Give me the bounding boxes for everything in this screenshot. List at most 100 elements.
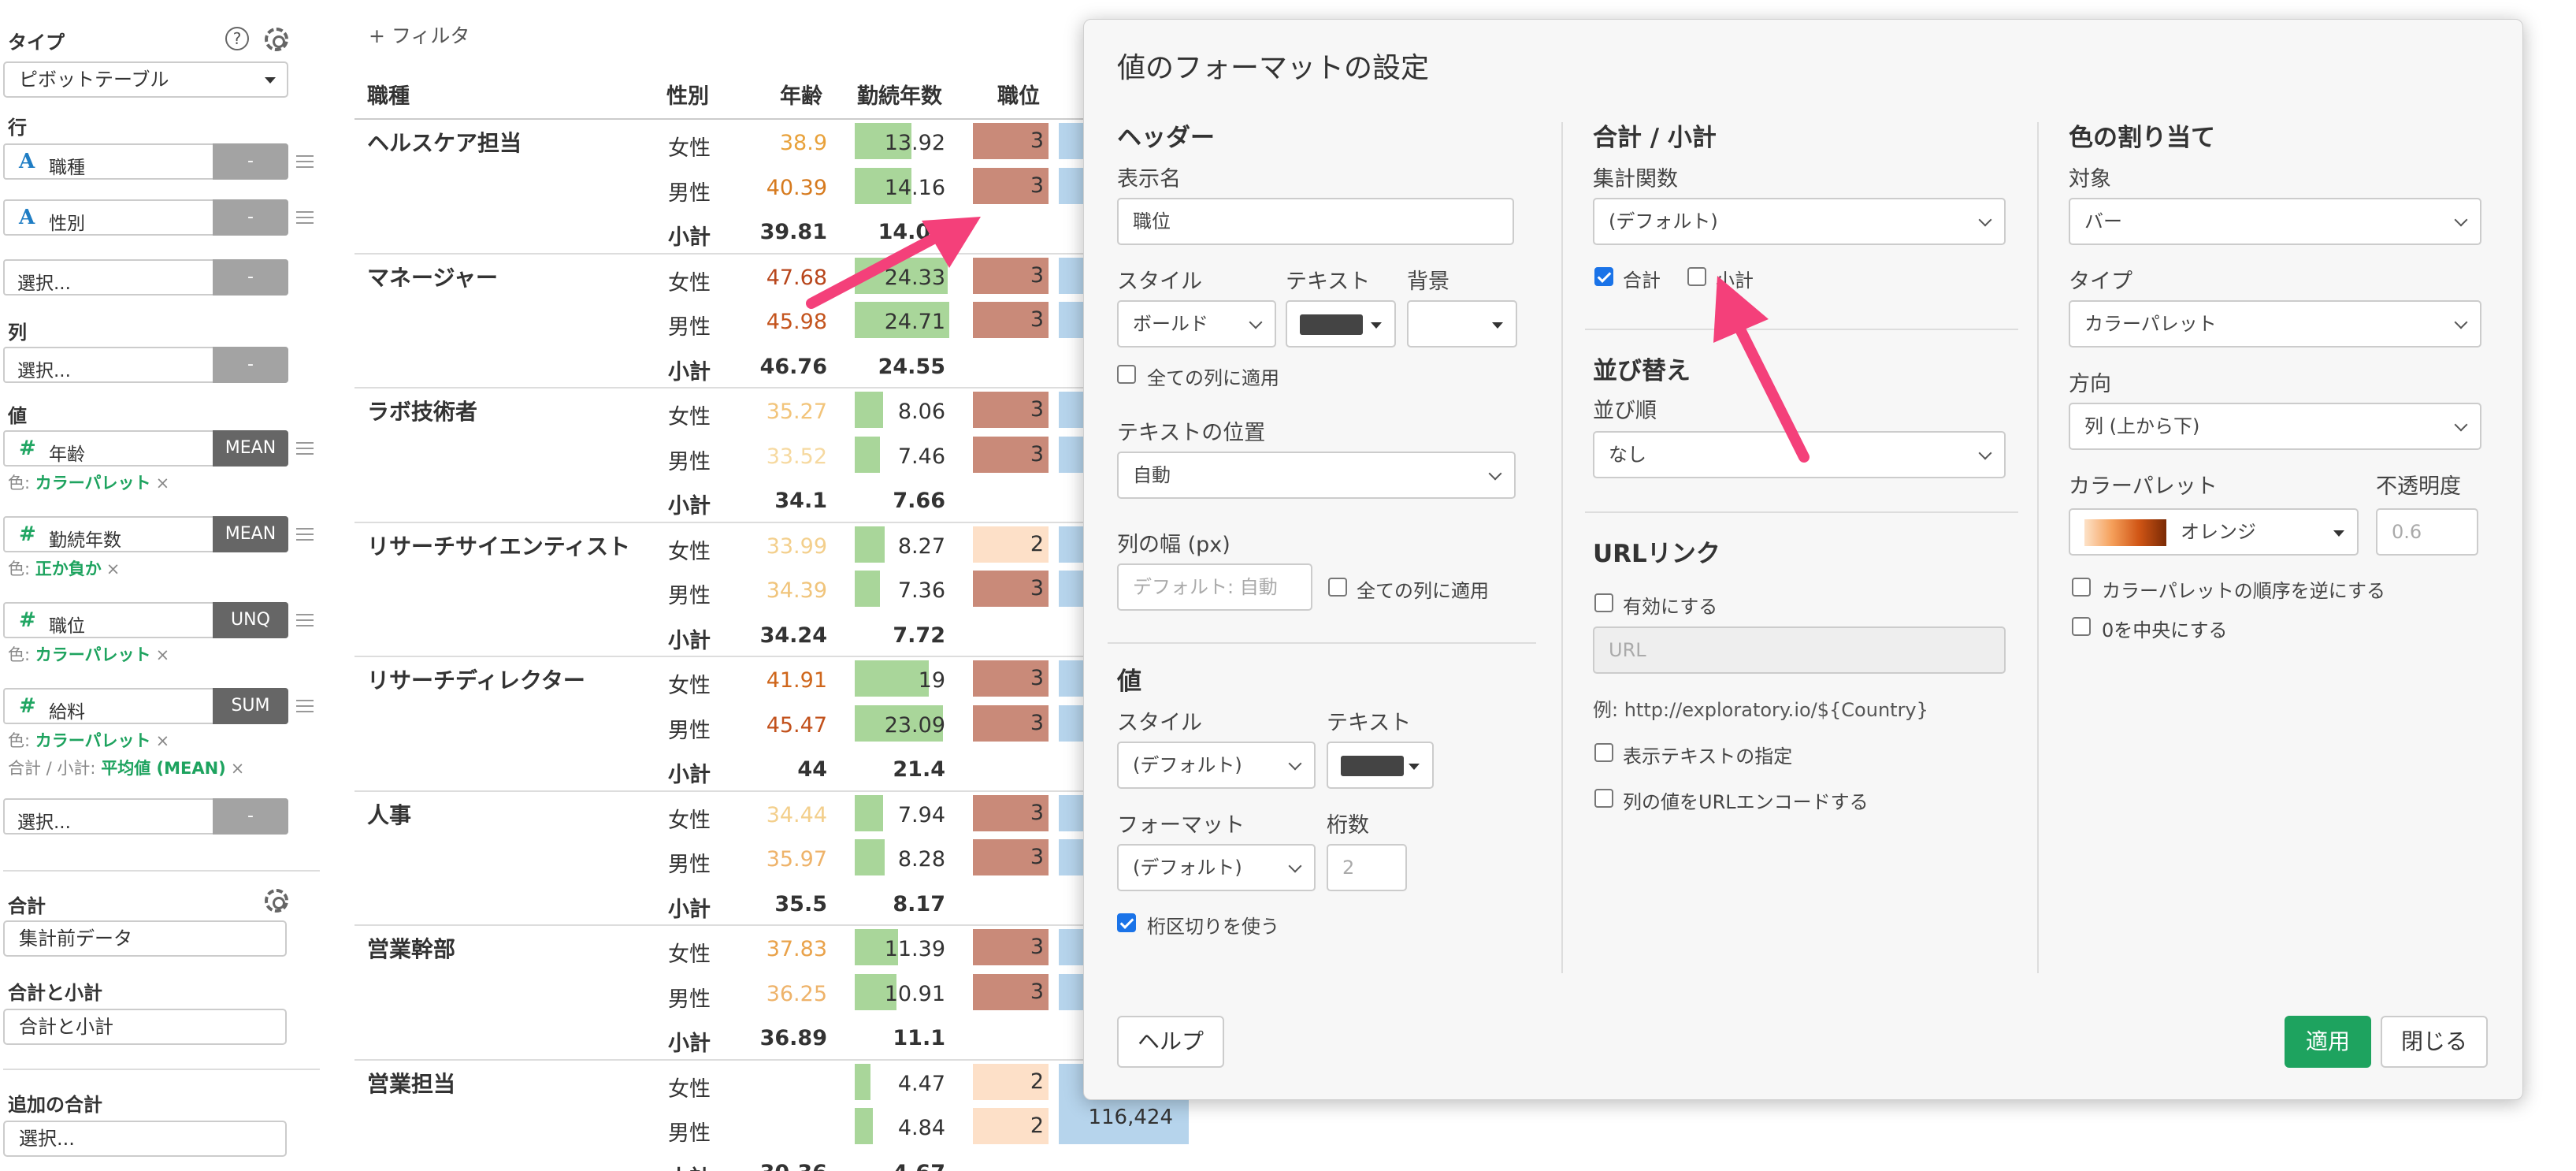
caret-down-icon	[2333, 530, 2344, 537]
number-type-icon: #	[19, 608, 36, 632]
subtotal-label: 小計	[668, 763, 711, 787]
value-style-select[interactable]: (デフォルト)	[1117, 742, 1316, 789]
apply-all-cols-checkbox-2[interactable]	[1328, 578, 1347, 597]
row-field-remove-button[interactable]: -	[213, 199, 288, 236]
thousands-sep-label: 桁区切りを使う	[1147, 916, 1279, 938]
drag-handle-icon[interactable]	[296, 442, 314, 455]
apply-button[interactable]: 適用	[2285, 1016, 2371, 1068]
chevron-down-icon	[2454, 213, 2468, 227]
reverse-palette-checkbox[interactable]	[2072, 578, 2091, 597]
total-checkbox[interactable]	[1594, 267, 1613, 286]
palette-select[interactable]: オレンジ	[2069, 508, 2359, 556]
drag-handle-icon[interactable]	[296, 700, 314, 712]
row-field-sex[interactable]: A 性別 -	[3, 199, 288, 236]
age-cell: 46.76	[759, 354, 827, 379]
url-encode-label: 列の値をURLエンコードする	[1623, 791, 1869, 813]
url-enable-checkbox[interactable]	[1594, 593, 1613, 612]
years-bar	[855, 571, 880, 607]
header-job[interactable]: 職種	[367, 79, 410, 110]
value-color-note: 色: 正か負か ×	[8, 559, 121, 578]
drag-handle-icon[interactable]	[296, 614, 314, 626]
age-cell: 40.39	[766, 175, 827, 200]
value-field-rank[interactable]: # 職位 UNQ	[3, 602, 288, 638]
help-icon[interactable]: ?	[225, 27, 249, 50]
drag-handle-icon[interactable]	[296, 528, 314, 541]
job-cell: マネージャー	[367, 264, 499, 291]
rank-cell: 3	[973, 973, 1049, 1010]
job-cell: リサーチサイエンティスト	[367, 533, 631, 559]
format-select[interactable]: (デフォルト)	[1117, 844, 1316, 891]
color-type-label: タイプ	[2069, 270, 2132, 294]
add-filter-button[interactable]: + フィルタ	[369, 20, 470, 49]
row-field-job[interactable]: A 職種 -	[3, 143, 288, 180]
header-bg-color-picker[interactable]	[1407, 300, 1517, 348]
rank-cell: 2	[973, 1108, 1049, 1144]
extra-total-select[interactable]: 選択...	[3, 1121, 287, 1157]
gear-icon[interactable]	[265, 889, 288, 913]
header-years[interactable]: 勤続年数	[857, 79, 942, 110]
url-input[interactable]: URL	[1593, 626, 2006, 674]
aggregation-button[interactable]: MEAN	[213, 516, 288, 552]
display-name-input[interactable]: 職位	[1117, 198, 1514, 245]
years-bar	[855, 526, 885, 563]
drag-handle-icon[interactable]	[296, 211, 314, 224]
subtotal-label: 小計	[668, 225, 711, 250]
col-width-input[interactable]: デフォルト: 自動	[1117, 563, 1312, 611]
text-position-select[interactable]: 自動	[1117, 452, 1516, 499]
sex-cell: 女性	[668, 539, 711, 564]
help-button[interactable]: ヘルプ	[1117, 1016, 1224, 1068]
total-sub-select[interactable]: 合計と小計	[3, 1009, 287, 1045]
opacity-input[interactable]: 0.6	[2376, 508, 2478, 556]
url-encode-checkbox[interactable]	[1594, 789, 1613, 808]
header-text-color-picker[interactable]	[1286, 300, 1396, 348]
header-age[interactable]: 年齢	[780, 79, 822, 110]
gear-icon[interactable]	[265, 28, 288, 51]
group-divider	[354, 387, 1182, 388]
close-icon[interactable]: ×	[106, 559, 121, 578]
years-cell: 8.17	[893, 891, 945, 916]
drag-handle-icon[interactable]	[296, 155, 314, 168]
apply-all-cols-label-2: 全ての列に適用	[1357, 580, 1489, 602]
value-field-salary[interactable]: # 給料 SUM	[3, 688, 288, 724]
header-style-select[interactable]: ボールド	[1117, 300, 1276, 348]
annotation-arrow-1	[806, 217, 981, 309]
column-field-select[interactable]: 選択... -	[3, 347, 288, 383]
age-cell: 44	[797, 757, 827, 782]
value-field-years[interactable]: # 勤続年数 MEAN	[3, 516, 288, 552]
close-icon[interactable]: ×	[156, 731, 170, 750]
target-select[interactable]: バー	[2069, 198, 2481, 245]
age-cell: 37.83	[766, 937, 827, 961]
total-select[interactable]: 集計前データ	[3, 920, 287, 957]
header-section-title: ヘッダー	[1117, 124, 1215, 152]
url-display-text-checkbox[interactable]	[1594, 743, 1613, 762]
agg-func-select[interactable]: (デフォルト)	[1593, 198, 2006, 245]
years-cell: 24.55	[878, 354, 945, 379]
number-type-icon: #	[19, 694, 36, 718]
chevron-down-icon	[1249, 315, 1263, 329]
format-label: フォーマット	[1117, 813, 1245, 838]
zero-center-checkbox[interactable]	[2072, 617, 2091, 636]
digits-input[interactable]: 2	[1327, 844, 1407, 891]
aggregation-button[interactable]: MEAN	[213, 430, 288, 467]
rank-cell: 2	[973, 526, 1049, 563]
value-text-color-picker[interactable]	[1327, 742, 1434, 789]
row-field-remove-button[interactable]: -	[213, 143, 288, 180]
divider	[3, 1069, 320, 1070]
color-type-select[interactable]: カラーパレット	[2069, 300, 2481, 348]
thousands-sep-checkbox[interactable]	[1117, 913, 1136, 932]
aggregation-button[interactable]: UNQ	[213, 602, 288, 638]
value-field-age[interactable]: # 年齢 MEAN	[3, 430, 288, 467]
close-button[interactable]: 閉じる	[2381, 1016, 2488, 1068]
value-field-select[interactable]: 選択... -	[3, 798, 288, 835]
row-field-select[interactable]: 選択... -	[3, 259, 288, 296]
close-icon[interactable]: ×	[156, 474, 170, 493]
aggregation-button[interactable]: SUM	[213, 688, 288, 724]
close-icon[interactable]: ×	[156, 645, 170, 664]
apply-all-cols-checkbox[interactable]	[1117, 365, 1136, 384]
chart-type-select[interactable]: ピボットテーブル	[3, 61, 288, 98]
header-rank[interactable]: 職位	[997, 79, 1040, 110]
caret-down-icon	[1371, 322, 1382, 329]
direction-select[interactable]: 列 (上から下)	[2069, 403, 2481, 450]
close-icon[interactable]: ×	[231, 759, 245, 778]
header-sex[interactable]: 性別	[666, 79, 709, 110]
